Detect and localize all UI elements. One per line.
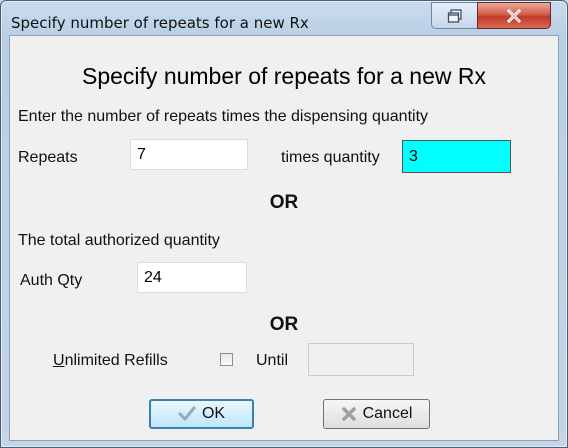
checkmark-icon — [178, 406, 196, 421]
instruction-text: Enter the number of repeats times the di… — [18, 108, 429, 125]
unlimited-refills-label[interactable]: Unlimited Refills — [53, 352, 168, 370]
window-title: Specify number of repeats for a new Rx — [11, 14, 309, 32]
unlimited-refills-label-rest: nlimited Refills — [64, 352, 168, 369]
cancel-x-icon — [341, 407, 356, 421]
close-button[interactable] — [477, 2, 551, 29]
restore-window-icon — [447, 8, 462, 23]
until-label: Until — [256, 352, 289, 369]
ok-button[interactable]: OK — [149, 399, 254, 429]
repeats-label: Repeats — [18, 149, 78, 166]
times-quantity-input[interactable] — [402, 140, 511, 173]
cancel-button[interactable]: Cancel — [323, 399, 430, 429]
until-input[interactable] — [308, 343, 414, 376]
dialog-body: Specify number of repeats for a new Rx E… — [9, 35, 559, 441]
or-separator-2: OR — [269, 314, 299, 335]
ok-button-label: OK — [201, 405, 226, 422]
restore-button[interactable] — [431, 2, 478, 29]
cancel-button-label: Cancel — [362, 405, 413, 422]
or-separator-1: OR — [269, 192, 299, 213]
times-quantity-label: times quantity — [281, 149, 380, 166]
unlimited-refills-accesskey: U — [53, 352, 65, 369]
dialog-heading: Specify number of repeats for a new Rx — [82, 63, 486, 89]
dialog-window: Specify number of repeats for a new Rx S… — [0, 0, 568, 448]
close-x-icon — [506, 8, 522, 23]
auth-qty-input[interactable] — [137, 262, 247, 293]
total-authorized-label: The total authorized quantity — [18, 232, 220, 249]
auth-qty-label: Auth Qty — [20, 272, 83, 289]
repeats-input[interactable] — [130, 139, 248, 170]
unlimited-refills-checkbox[interactable] — [220, 353, 233, 366]
